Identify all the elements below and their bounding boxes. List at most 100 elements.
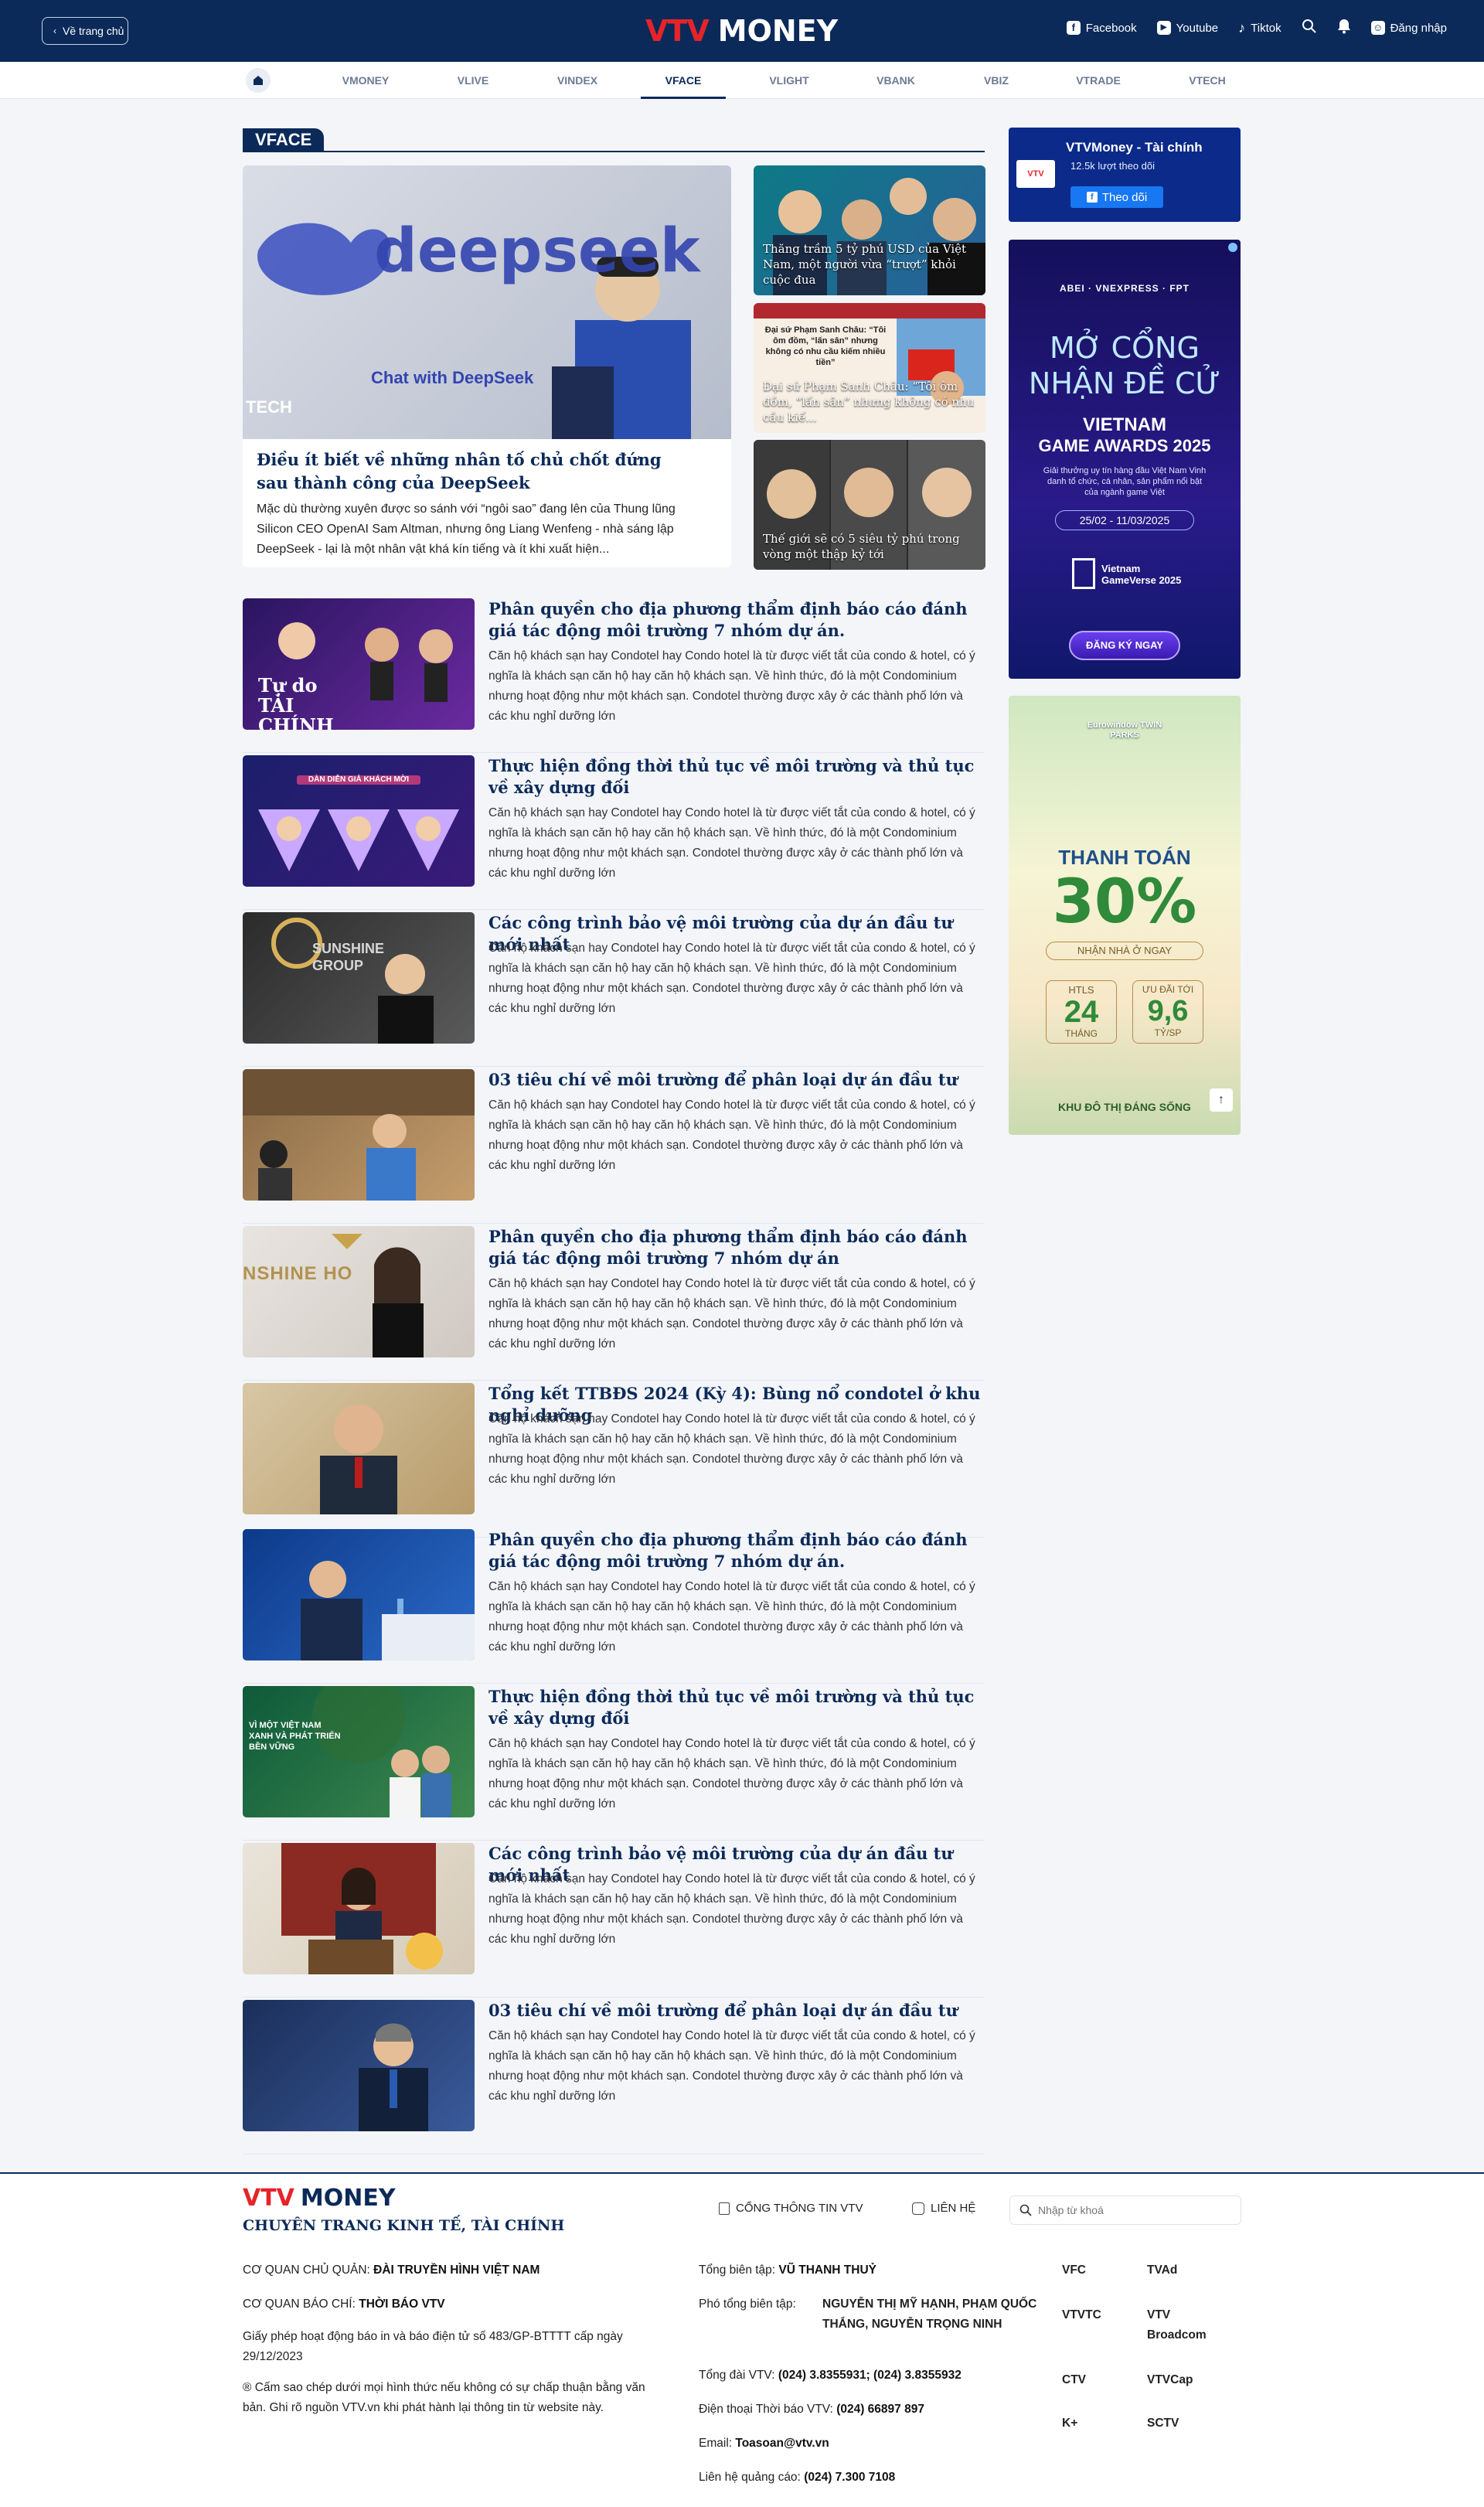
game-awards-ad[interactable]: ABEI · VNEXPRESS · FPT MỞ CỔNG NHẬN ĐỀ C… [1009,240,1241,679]
article-row[interactable]: DÀN DIỄN GIẢ KHÁCH MỜI Thực hiện đồng th… [243,755,985,910]
login-button[interactable]: ☺ Đăng nhập [1370,21,1447,35]
nav-item-vindex[interactable]: VINDEX [535,62,620,99]
partner-link[interactable]: VTVTC [1062,2305,1101,2325]
site-logo[interactable]: VTV MONEY [645,14,838,48]
footer-search[interactable] [1009,2195,1241,2225]
contact-link-label: LIÊN HỆ [931,2202,976,2215]
ad-headline-2: NHẬN ĐỀ CỬ [1028,366,1221,400]
youtube-label: Youtube [1176,21,1219,35]
search-icon[interactable] [1302,19,1317,37]
back-home-button[interactable]: ‹ Về trang chủ [42,17,128,45]
article-row[interactable]: VÌ MỘT VIỆT NAM XANH VÀ PHÁT TRIỂN BỀN V… [243,1686,985,1841]
site-footer: VTV MONEY CHUYÊN TRANG KINH TẾ, TÀI CHÍN… [0,2172,1484,2507]
fanpage-widget[interactable]: VTV VTVMoney - Tài chính 12.5k lượt theo… [1009,128,1241,222]
governing-label: CƠ QUAN CHỦ QUẢN: [243,2263,370,2277]
portal-link[interactable]: CỔNG THÔNG TIN VTV [719,2202,863,2215]
nav-item-vbank[interactable]: VBANK [853,62,938,99]
article-row[interactable]: NSHINE HO Phân quyền cho địa phương thẩm… [243,1226,985,1381]
phone-value: (024) 66897 897 [836,2403,924,2416]
press-agency: CƠ QUAN BÁO CHÍ: THỜI BÁO VTV [243,2294,445,2315]
partner-link[interactable]: K+ [1062,2413,1077,2434]
article-title[interactable]: Phân quyền cho địa phương thẩm định báo … [488,598,983,642]
row-divider [243,1683,985,1684]
side-story-2-title: Đại sứ Phạm Sanh Châu: “Tôi ôm đồm, “lấn… [763,380,975,424]
article-row[interactable]: Tự do TÀI CHÍNH Phân quyền cho địa phươn… [243,598,985,753]
side-story-2[interactable]: Đại sứ Phạm Sanh Châu: “Tôi ôm đồm, “lấn… [754,303,985,433]
email-value[interactable]: Toasoan@vtv.vn [735,2437,829,2450]
nav-item-vtech[interactable]: VTECH [1165,62,1250,99]
article-thumb-text: SUNSHINE GROUP [312,941,385,973]
discount-label: ƯU ĐÃI TỚI [1142,984,1194,995]
scroll-top-button[interactable]: ↑ [1210,1088,1233,1112]
partner-link[interactable]: CTV [1062,2370,1086,2390]
governing-agency: CƠ QUAN CHỦ QUẢN: ĐÀI TRUYỀN HÌNH VIỆT N… [243,2260,539,2280]
article-thumbnail: Tự do TÀI CHÍNH [243,598,475,730]
article-row[interactable]: SUNSHINE GROUP Các công trình bảo vệ môi… [243,912,985,1067]
featured-title[interactable]: Điều ít biết về những nhân tố chủ chốt đ… [257,448,697,495]
ad-choices-icon[interactable] [1228,243,1237,252]
article-summary: Căn hộ khách sạn hay Condotel hay Condo … [488,806,975,880]
article-title[interactable]: Thực hiện đồng thời thủ tục về môi trườn… [488,755,983,799]
facebook-link[interactable]: f Facebook [1066,21,1137,35]
partner-link[interactable]: SCTV [1147,2413,1179,2434]
footer-logo[interactable]: VTV MONEY [243,2185,396,2212]
follow-button[interactable]: f Theo dõi [1070,186,1163,208]
search-icon [1019,2204,1032,2216]
contact-link[interactable]: LIÊN HỆ [912,2202,975,2215]
nav-item-vface[interactable]: VFACE [641,62,726,99]
article-thumbnail [243,1529,475,1661]
footer-search-input[interactable] [1038,2204,1224,2216]
article-thumb-text: Tự do TÀI CHÍNH [258,674,334,731]
copyright-text: ® Cấm sao chép dưới mọi hình thức nếu kh… [243,2381,645,2414]
youtube-link[interactable]: ▶ Youtube [1156,21,1219,35]
partner-link[interactable]: VTV Broadcom [1147,2305,1224,2345]
home-icon[interactable] [246,68,271,93]
discount-unit: TỶ/SP [1154,1027,1182,1038]
header-actions: f Facebook ▶ Youtube ♪ Tiktok ☺ Đăng nhậ… [1066,19,1447,37]
login-label: Đăng nhập [1390,21,1447,35]
article-title[interactable]: Phân quyền cho địa phương thẩm định báo … [488,1226,983,1269]
section-divider [243,151,985,152]
article-thumbnail: DÀN DIỄN GIẢ KHÁCH MỜI [243,755,475,887]
partner-link[interactable]: VFC [1062,2260,1086,2280]
article-title[interactable]: Phân quyền cho địa phương thẩm định báo … [488,1529,983,1572]
nav-item-vlight[interactable]: VLIGHT [747,62,832,99]
nav-item-vtrade[interactable]: VTRADE [1056,62,1141,99]
ad-dates: 25/02 - 11/03/2025 [1055,510,1194,530]
article-row[interactable]: 03 tiêu chí về môi trường để phân loại d… [243,2000,985,2154]
bell-icon[interactable] [1337,19,1351,37]
ad-brand-2: GAME AWARDS 2025 [1038,436,1211,455]
article-row[interactable]: Các công trình bảo vệ môi trường của dự … [243,1843,985,1998]
article-title[interactable]: 03 tiêu chí về môi trường để phân loại d… [488,1069,983,1091]
nav-item-vlive[interactable]: VLIVE [431,62,516,99]
facebook-icon: f [1066,21,1081,35]
side-story-3[interactable]: Thế giới sẽ có 5 siêu tỷ phú trong vòng … [754,440,985,570]
tiktok-link[interactable]: ♪ Tiktok [1238,20,1281,36]
article-title[interactable]: 03 tiêu chí về môi trường để phân loại d… [488,2000,983,2022]
article-row[interactable]: Phân quyền cho địa phương thẩm định báo … [243,1529,985,1684]
email-label: Email: [699,2437,733,2450]
article-row[interactable]: Tổng kết TTBĐS 2024 (Kỳ 4): Bùng nổ cond… [243,1383,985,1538]
side-story-1[interactable]: Thăng trầm 5 tỷ phú USD của Việt Nam, mộ… [754,165,985,295]
eurowindow-ad[interactable]: Eurowindow TWIN PARKS THANH TOÁN 30% NHẬ… [1009,696,1241,1135]
nav-item-vmoney[interactable]: VMONEY [323,62,408,99]
phone: Điện thoại Thời báo VTV: (024) 66897 897 [699,2400,924,2420]
ad-gameverse: Vietnam GameVerse 2025 [1101,563,1182,586]
partner-link[interactable]: VTVCap [1147,2370,1193,2390]
deputy-label: Phó tổng biên tập: [699,2298,796,2311]
contact-icon [912,2202,924,2215]
article-row[interactable]: 03 tiêu chí về môi trường để phân loại d… [243,1069,985,1224]
press-value: THỜI BÁO VTV [359,2298,445,2311]
featured-image-caption: Chat with DeepSeek [371,368,534,387]
register-button[interactable]: ĐĂNG KÝ NGAY [1069,631,1180,660]
ad-pay: THANH TOÁN [1058,846,1191,869]
nav-item-vbiz[interactable]: VBIZ [954,62,1039,99]
article-title[interactable]: Thực hiện đồng thời thủ tục về môi trườn… [488,1686,983,1729]
htls-box: HTLS 24 THÁNG [1046,980,1117,1044]
press-label: CƠ QUAN BÁO CHÍ: [243,2298,356,2311]
fanpage-logo: VTV [1016,160,1055,188]
article-thumbnail [243,1069,475,1201]
partner-link[interactable]: TVAd [1147,2260,1177,2280]
row-divider [243,1380,985,1381]
ad-brand: Eurowindow TWIN PARKS [1087,720,1162,740]
